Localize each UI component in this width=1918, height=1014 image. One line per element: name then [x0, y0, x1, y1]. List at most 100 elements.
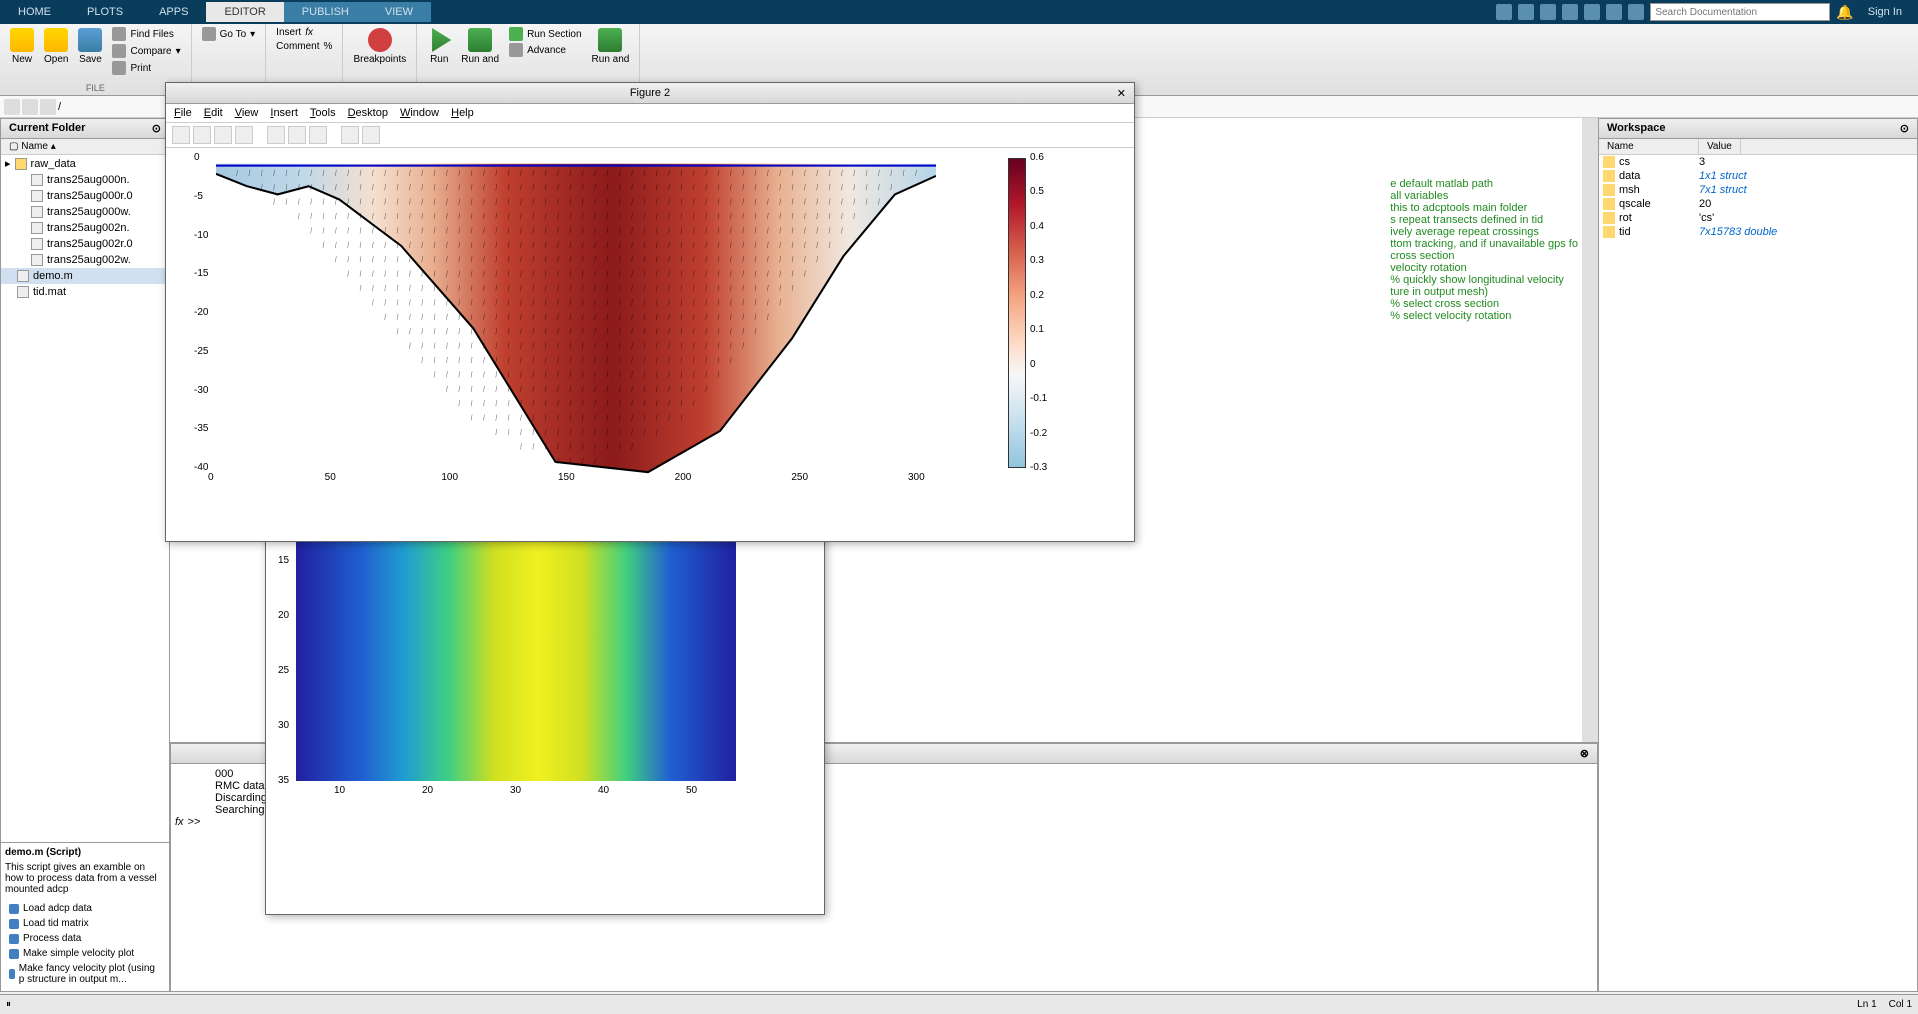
new-button[interactable]: New [6, 26, 38, 76]
status-line: Ln 1 [1857, 999, 1876, 1010]
workspace-list: cs3data1x1 structmsh7x1 structqscale20ro… [1599, 155, 1917, 239]
file-item[interactable]: trans25aug002w. [1, 252, 169, 268]
file-detail-desc: This script gives an examble on how to p… [5, 862, 165, 895]
status-busy-icon: ⏸ [6, 999, 11, 1010]
section-link[interactable]: Load tid matrix [5, 916, 165, 931]
cut-icon[interactable] [1518, 4, 1534, 20]
workspace-variable[interactable]: qscale20 [1599, 197, 1917, 211]
run-button[interactable]: Run [423, 26, 455, 67]
copy-icon[interactable] [1540, 4, 1556, 20]
figure-2-axes: 0.60.50.40.30.20.10-0.1-0.2-0.3 0-5-10-1… [216, 158, 936, 488]
paste-icon[interactable] [1562, 4, 1578, 20]
status-bar: ⏸ Ln 1 Col 1 [0, 994, 1918, 1014]
figure-menu-help[interactable]: Help [451, 107, 474, 119]
save-quick-icon[interactable] [1496, 4, 1512, 20]
fwd-arrow-icon[interactable] [22, 99, 38, 115]
cmd-close-icon[interactable]: ⊗ [1580, 747, 1589, 760]
section-link[interactable]: Make fancy velocity plot (using p struct… [5, 961, 165, 987]
command-prompt[interactable]: >> [188, 816, 201, 828]
folder-item[interactable]: ▸ raw_data [1, 155, 169, 172]
up-arrow-icon[interactable] [40, 99, 56, 115]
section-link[interactable]: Load adcp data [5, 901, 165, 916]
figure-menu-edit[interactable]: Edit [204, 107, 223, 119]
figure-menu-file[interactable]: File [174, 107, 192, 119]
workspace-variable[interactable]: tid7x15783 double [1599, 225, 1917, 239]
fig-new-icon[interactable] [172, 126, 190, 144]
fig-pointer-icon[interactable] [341, 126, 359, 144]
fig-zoom-icon[interactable] [267, 126, 285, 144]
file-item[interactable]: trans25aug000r.0 [1, 188, 169, 204]
figure-toolbar [166, 123, 1134, 148]
cf-name-column[interactable]: ▢ Name ▴ [9, 141, 56, 152]
path-text[interactable]: / [58, 101, 61, 113]
figure-menu-insert[interactable]: Insert [270, 107, 298, 119]
undo-icon[interactable] [1584, 4, 1600, 20]
figure-menu-desktop[interactable]: Desktop [348, 107, 388, 119]
ws-name-column[interactable]: Name [1599, 139, 1699, 154]
tab-strip: HOME PLOTS APPS EDITOR PUBLISH VIEW 🔔 Si… [0, 0, 1918, 24]
fig-pan-icon[interactable] [288, 126, 306, 144]
save-button[interactable]: Save [74, 26, 106, 76]
cf-dropdown-icon[interactable]: ⊙ [152, 122, 161, 135]
breakpoints-button[interactable]: Breakpoints [349, 26, 410, 67]
workspace-variable[interactable]: msh7x1 struct [1599, 183, 1917, 197]
file-list: ▸ raw_datatrans25aug000n.trans25aug000r.… [1, 155, 169, 842]
file-item[interactable]: tid.mat [1, 284, 169, 300]
editor-scrollbar[interactable] [1582, 118, 1598, 742]
file-item[interactable]: trans25aug000n. [1, 172, 169, 188]
tab-plots[interactable]: PLOTS [69, 2, 141, 22]
fig-open-icon[interactable] [193, 126, 211, 144]
file-item[interactable]: demo.m [1, 268, 169, 284]
open-button[interactable]: Open [40, 26, 72, 76]
fig-rotate-icon[interactable] [309, 126, 327, 144]
workspace-variable[interactable]: rot'cs' [1599, 211, 1917, 225]
back-arrow-icon[interactable] [4, 99, 20, 115]
file-group-label: FILE [86, 83, 105, 93]
tab-apps[interactable]: APPS [141, 2, 206, 22]
run-section-button[interactable]: Run Section [505, 26, 585, 42]
fig-print-icon[interactable] [235, 126, 253, 144]
notification-icon[interactable]: 🔔 [1836, 4, 1853, 21]
figure-menu-bar: File Edit View Insert Tools Desktop Window Help [166, 104, 1134, 123]
ws-dropdown-icon[interactable]: ⊙ [1900, 122, 1909, 135]
current-folder-panel: Current Folder⊙ ▢ Name ▴ ▸ raw_datatrans… [0, 118, 170, 992]
tab-view[interactable]: VIEW [367, 2, 431, 22]
tab-publish[interactable]: PUBLISH [284, 2, 367, 22]
search-docs-input[interactable] [1650, 3, 1830, 21]
print-button[interactable]: Print [108, 60, 184, 76]
file-detail-title: demo.m (Script) [5, 847, 165, 858]
insert-button[interactable]: Insert fx [272, 26, 336, 39]
goto-button[interactable]: Go To ▾ [198, 26, 260, 42]
file-item[interactable]: trans25aug002r.0 [1, 236, 169, 252]
sign-in-link[interactable]: Sign In [1860, 6, 1910, 18]
ws-value-column[interactable]: Value [1699, 139, 1741, 154]
figure-menu-view[interactable]: View [235, 107, 259, 119]
status-col: Col 1 [1889, 999, 1912, 1010]
workspace-panel: Workspace ⊙ Name Value cs3data1x1 structm… [1598, 118, 1918, 992]
run-advance-button[interactable]: Run and [457, 26, 503, 67]
help-icon[interactable] [1606, 4, 1622, 20]
velocity-heatmap [216, 158, 936, 488]
find-files-button[interactable]: Find Files [108, 26, 184, 42]
figure-menu-window[interactable]: Window [400, 107, 439, 119]
run-time-button[interactable]: Run and [588, 26, 634, 67]
advance-button[interactable]: Advance [505, 42, 585, 58]
section-link[interactable]: Make simple velocity plot [5, 946, 165, 961]
figure-menu-tools[interactable]: Tools [310, 107, 336, 119]
workspace-variable[interactable]: cs3 [1599, 155, 1917, 169]
file-item[interactable]: trans25aug002n. [1, 220, 169, 236]
workspace-variable[interactable]: data1x1 struct [1599, 169, 1917, 183]
tab-editor[interactable]: EDITOR [206, 2, 283, 22]
fig-datacursor-icon[interactable] [362, 126, 380, 144]
figure-2-title: Figure 2 [630, 87, 670, 99]
prefs-icon[interactable] [1628, 4, 1644, 20]
figure-2-close-icon[interactable]: ✕ [1117, 87, 1126, 100]
section-link[interactable]: Process data [5, 931, 165, 946]
comment-button[interactable]: Comment % [272, 40, 336, 53]
file-item[interactable]: trans25aug000w. [1, 204, 169, 220]
figure-2-window[interactable]: Figure 2 ✕ File Edit View Insert Tools Deskto… [165, 82, 1135, 542]
tab-home[interactable]: HOME [0, 2, 69, 22]
compare-button[interactable]: Compare ▾ [108, 43, 184, 59]
fig-save-icon[interactable] [214, 126, 232, 144]
workspace-title: Workspace [1607, 122, 1666, 135]
